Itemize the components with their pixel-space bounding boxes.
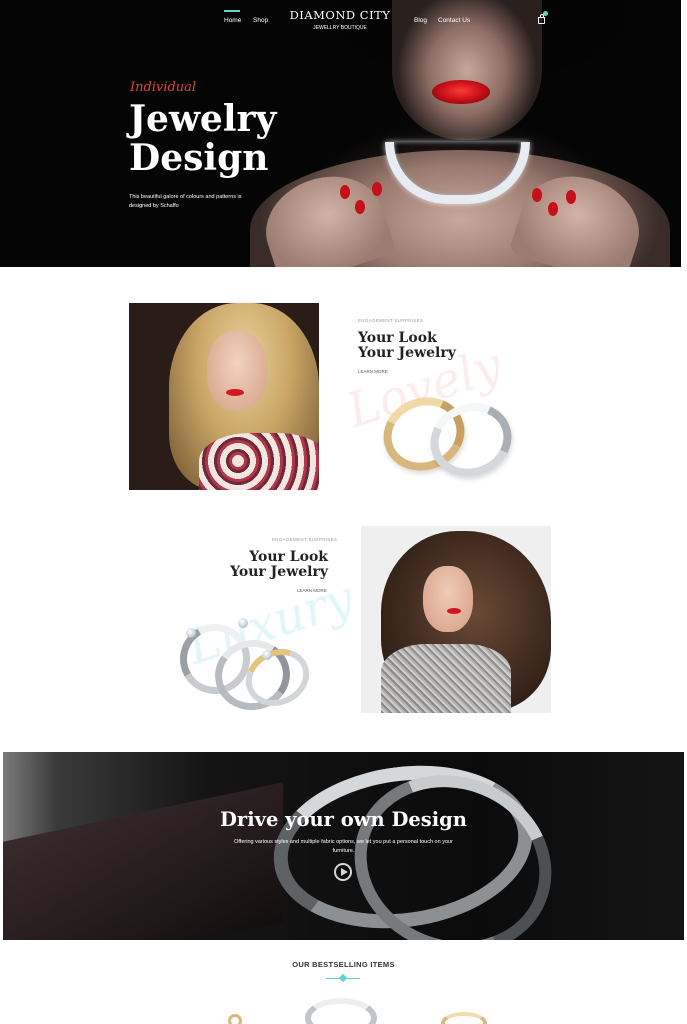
shopping-bag-icon[interactable] bbox=[537, 11, 548, 25]
nail-decor bbox=[532, 188, 542, 202]
shopping-bag-body bbox=[538, 17, 545, 24]
model-lips bbox=[226, 389, 244, 396]
nail-decor bbox=[372, 182, 382, 196]
model-face bbox=[207, 331, 267, 411]
hero-title-line-2: Design bbox=[129, 137, 269, 179]
diamond-divider-icon bbox=[338, 973, 348, 983]
diamond-gem bbox=[186, 628, 196, 638]
brand-subtitle: JEWELLRY BOUTIQUE bbox=[313, 25, 367, 31]
model-lips bbox=[447, 608, 461, 614]
diamond-gem bbox=[238, 618, 248, 628]
hero-section: Home Shop DIAMOND CITY JEWELLRY BOUTIQUE… bbox=[0, 0, 681, 267]
hero-title: Jewelry Design bbox=[129, 100, 276, 178]
nail-decor bbox=[340, 185, 350, 199]
model-sequin-top bbox=[381, 644, 511, 713]
feature-2-title-line-2: Your Jewelry bbox=[230, 564, 328, 580]
product-ring-image[interactable] bbox=[441, 1012, 487, 1024]
cart-count-badge bbox=[543, 11, 548, 16]
product-ring-image[interactable] bbox=[228, 1014, 242, 1024]
banner-title: Drive your own Design bbox=[220, 808, 467, 831]
product-ring-image[interactable] bbox=[305, 998, 377, 1024]
nav-home-link[interactable]: Home bbox=[224, 17, 241, 24]
model-floral-dress bbox=[199, 433, 319, 490]
nail-decor bbox=[548, 202, 558, 216]
nail-decor bbox=[355, 200, 365, 214]
banner-description: Offering various styles and multiple fab… bbox=[234, 839, 453, 854]
brand-title: DIAMOND CITY bbox=[289, 8, 391, 22]
feature-2-model-photo bbox=[361, 526, 551, 713]
feature-2-learn-more-link[interactable]: LEARN MORE bbox=[297, 588, 327, 593]
brand-logo[interactable]: DIAMOND CITY JEWELLRY BOUTIQUE bbox=[280, 8, 400, 31]
model-face bbox=[423, 566, 473, 632]
feature-1-model-photo bbox=[129, 303, 319, 490]
banner-backdrop-panel bbox=[3, 782, 283, 940]
nav-contact-link[interactable]: Contact Us bbox=[438, 17, 470, 24]
play-icon[interactable] bbox=[334, 863, 352, 881]
nav-shop-link[interactable]: Shop bbox=[253, 17, 268, 24]
nav-active-indicator bbox=[224, 10, 240, 12]
main-nav: Home Shop DIAMOND CITY JEWELLRY BOUTIQUE… bbox=[0, 0, 681, 40]
diamond-gem bbox=[262, 650, 272, 660]
nail-decor bbox=[566, 190, 576, 204]
hero-title-line-1: Jewelry bbox=[129, 98, 277, 140]
video-banner: Drive your own Design Offering various s… bbox=[3, 752, 684, 940]
feature-1-learn-more-link[interactable]: LEARN MORE bbox=[358, 369, 388, 374]
feature-1-title: Your Look Your Jewelry bbox=[358, 331, 456, 361]
feature-2-eyebrow: ENGAGEMENT SURPRISES bbox=[272, 537, 338, 542]
feature-1-title-line-2: Your Jewelry bbox=[358, 345, 456, 361]
nav-blog-link[interactable]: Blog bbox=[414, 17, 427, 24]
hero-model-lips bbox=[432, 80, 490, 104]
feature-1-title-line-1: Your Look bbox=[358, 330, 437, 346]
feature-1-eyebrow: ENGAGEMENT SURPRISES bbox=[358, 318, 424, 323]
hero-eyebrow: Individual bbox=[130, 80, 197, 95]
hero-description: This beautiful galore of colours and pat… bbox=[129, 194, 242, 209]
bestsellers-heading: OUR BESTSELLING ITEMS bbox=[292, 960, 395, 969]
feature-2-title-line-1: Your Look bbox=[249, 549, 328, 565]
feature-2-title: Your Look Your Jewelry bbox=[220, 550, 328, 580]
